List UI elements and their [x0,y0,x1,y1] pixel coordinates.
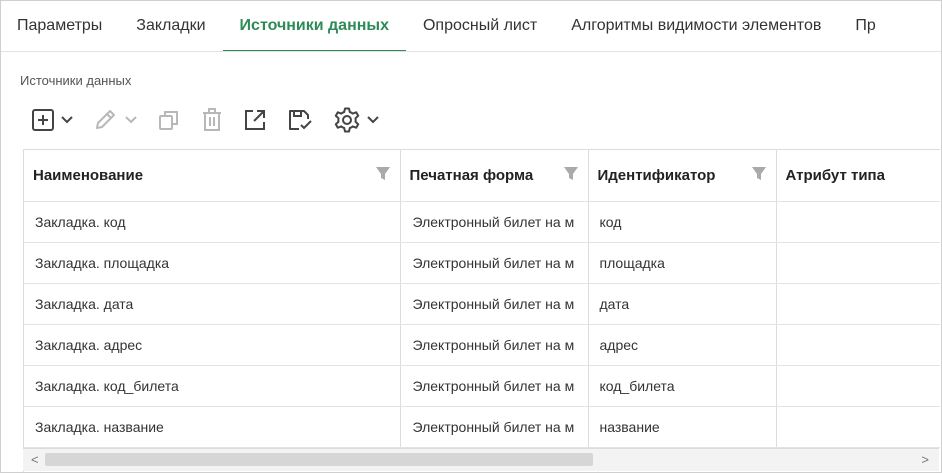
scrollbar-thumb[interactable] [45,453,593,466]
cell-type-attribute [776,324,940,366]
gear-icon [334,107,360,133]
scroll-left-arrow[interactable]: < [31,452,39,467]
cell-type-attribute [776,283,940,325]
cell-print-form: Электронный билет на м [400,365,589,407]
cell-print-form: Электронный билет на м [400,406,589,448]
filter-icon[interactable] [751,167,766,181]
cell-print-form: Электронный билет на м [400,283,589,325]
cell-name: Закладка. код_билета [24,365,401,407]
delete-button[interactable] [201,108,223,132]
column-header-label: Идентификатор [597,167,716,184]
tab-truncated[interactable]: Пр [838,1,892,51]
column-header-print-form[interactable]: Печатная форма [400,150,589,202]
table-row[interactable]: Закладка. название Электронный билет на … [24,406,940,448]
cell-name: Закладка. код [24,201,401,243]
cell-print-form: Электронный билет на м [400,324,589,366]
cell-identifier: адрес [588,324,777,366]
tab-bookmarks[interactable]: Закладки [119,1,222,51]
table-row[interactable]: Закладка. код Электронный билет на м код [24,201,940,243]
cell-print-form: Электронный билет на м [400,201,589,243]
column-header-identifier[interactable]: Идентификатор [588,150,777,202]
cell-name: Закладка. площадка [24,242,401,284]
delete-icon [203,108,221,131]
cell-name: Закладка. адрес [24,324,401,366]
table-header-row: Наименование Печатная форма Идентификато… [24,150,940,202]
cell-type-attribute [776,242,940,284]
tab-visibility-algorithms[interactable]: Алгоритмы видимости элементов [554,1,838,51]
settings-button[interactable] [333,106,379,134]
chevron-down-icon [367,116,379,124]
tab-bar: Параметры Закладки Источники данных Опро… [1,1,941,52]
column-header-label: Атрибут типа [785,167,885,184]
edit-button[interactable] [93,108,137,132]
add-button[interactable] [31,108,73,132]
chevron-down-icon [125,116,137,124]
column-header-label: Наименование [33,167,144,184]
column-header-name[interactable]: Наименование [24,150,401,202]
table-row[interactable]: Закладка. код_билета Электронный билет н… [24,365,940,407]
edit-icon [96,110,115,129]
tab-data-sources[interactable]: Источники данных [222,1,407,51]
cell-name: Закладка. дата [24,283,401,325]
cell-identifier: код_билета [588,365,777,407]
cell-type-attribute [776,406,940,448]
open-external-button[interactable] [243,108,267,132]
cell-identifier: название [588,406,777,448]
save-check-icon [289,110,312,130]
column-header-type-attribute[interactable]: Атрибут типа [776,150,940,202]
cell-type-attribute [776,365,940,407]
cell-identifier: код [588,201,777,243]
tab-questionnaire[interactable]: Опросный лист [406,1,554,51]
section-title: Источники данных [20,73,132,88]
tab-parameters[interactable]: Параметры [1,1,119,51]
add-icon [32,109,54,131]
table-row[interactable]: Закладка. адрес Электронный билет на м а… [24,324,940,366]
open-external-icon [245,110,265,130]
table-row[interactable]: Закладка. площадка Электронный билет на … [24,242,940,284]
cell-name: Закладка. название [24,406,401,448]
cell-print-form: Электронный билет на м [400,242,589,284]
toolbar [31,103,399,137]
cell-identifier: дата [588,283,777,325]
app-frame: Параметры Закладки Источники данных Опро… [0,0,942,473]
copy-icon [159,111,178,130]
data-sources-table: Наименование Печатная форма Идентификато… [23,149,940,472]
chevron-down-icon [61,116,73,124]
filter-icon[interactable] [375,167,390,181]
cell-identifier: площадка [588,242,777,284]
copy-button[interactable] [157,108,181,132]
filter-icon[interactable] [563,167,578,181]
scroll-right-arrow[interactable]: > [921,452,929,467]
save-check-button[interactable] [287,108,313,132]
column-header-label: Печатная форма [409,167,534,184]
table-row[interactable]: Закладка. дата Электронный билет на м да… [24,283,940,325]
horizontal-scrollbar[interactable]: < > [23,448,939,471]
cell-type-attribute [776,201,940,243]
